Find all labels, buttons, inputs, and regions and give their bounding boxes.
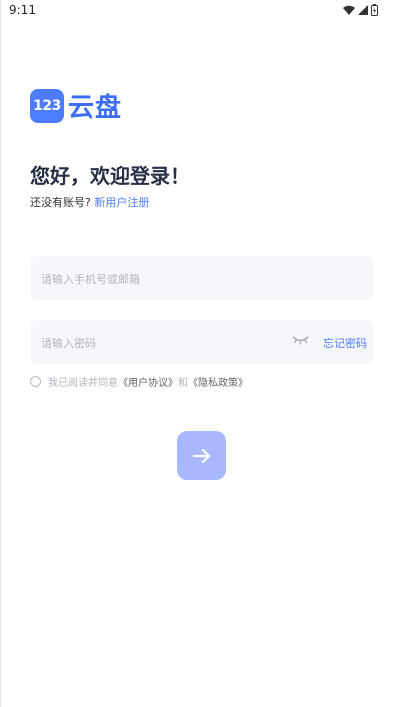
phone-email-placeholder: 请输入手机号或邮箱 (41, 273, 140, 286)
logo-mark: 123 (30, 88, 64, 123)
signal-icon (358, 5, 368, 15)
logo-text: 云盘 (68, 93, 123, 123)
app-logo: 123 云盘 (30, 87, 122, 124)
privacy-policy-link[interactable]: 《隐私政策》 (188, 374, 248, 389)
login-screen: 9:11 123 云盘 您好，欢迎登录！ 还没有账号? 新用户注册 请输入手机号… (0, 0, 400, 707)
agreement-prefix: 我已阅读并同意 (48, 378, 118, 389)
register-link[interactable]: 新用户注册 (94, 196, 149, 209)
forgot-password-link[interactable]: 忘记密码 (323, 335, 367, 351)
login-submit-button[interactable] (177, 431, 226, 480)
status-time: 9:11 (9, 3, 36, 17)
agreement-checkbox[interactable] (30, 376, 41, 387)
password-input[interactable]: 请输入密码 忘记密码 (30, 320, 373, 364)
battery-icon (371, 4, 378, 16)
user-agreement-link[interactable]: 《用户协议》 (118, 374, 178, 389)
welcome-title: 您好，欢迎登录！ (30, 164, 190, 188)
status-icons (343, 4, 378, 16)
password-placeholder: 请输入密码 (41, 337, 96, 350)
register-prompt: 还没有账号? (30, 196, 91, 209)
eye-closed-icon[interactable] (292, 335, 309, 345)
register-line: 还没有账号? 新用户注册 (30, 194, 149, 210)
agreement-and: 和 (178, 378, 188, 389)
wifi-icon (343, 5, 355, 15)
status-bar: 9:11 (1, 0, 400, 22)
phone-email-input[interactable]: 请输入手机号或邮箱 (30, 256, 373, 300)
agreement-row: 我已阅读并同意 《用户协议》 和 《隐私政策》 (30, 374, 248, 389)
arrow-right-icon (192, 448, 210, 463)
